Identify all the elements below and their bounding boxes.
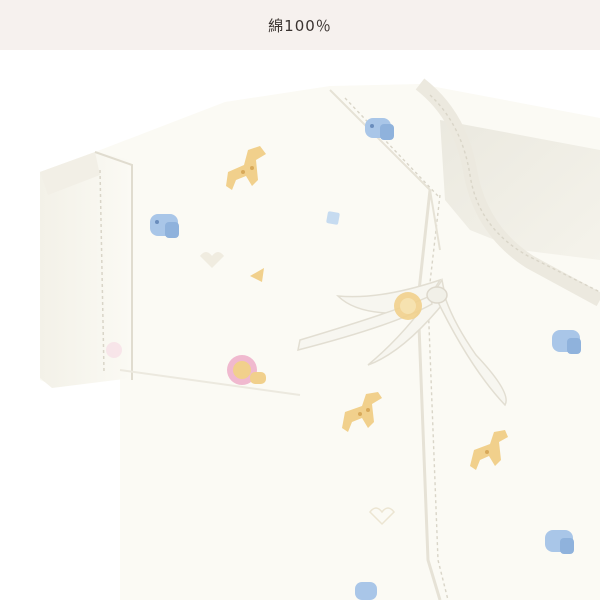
undershirt-illustration bbox=[40, 78, 600, 600]
elephant-print bbox=[150, 214, 179, 238]
lion-print bbox=[394, 292, 422, 320]
product-photo bbox=[0, 50, 600, 600]
elephant-print bbox=[545, 530, 574, 554]
caption-bar: 綿100％ bbox=[0, 0, 600, 50]
material-caption: 綿100％ bbox=[268, 16, 332, 35]
elephant-print bbox=[552, 330, 581, 354]
elephant-print bbox=[355, 582, 377, 600]
square-print bbox=[326, 211, 340, 225]
flower-print bbox=[106, 342, 122, 358]
